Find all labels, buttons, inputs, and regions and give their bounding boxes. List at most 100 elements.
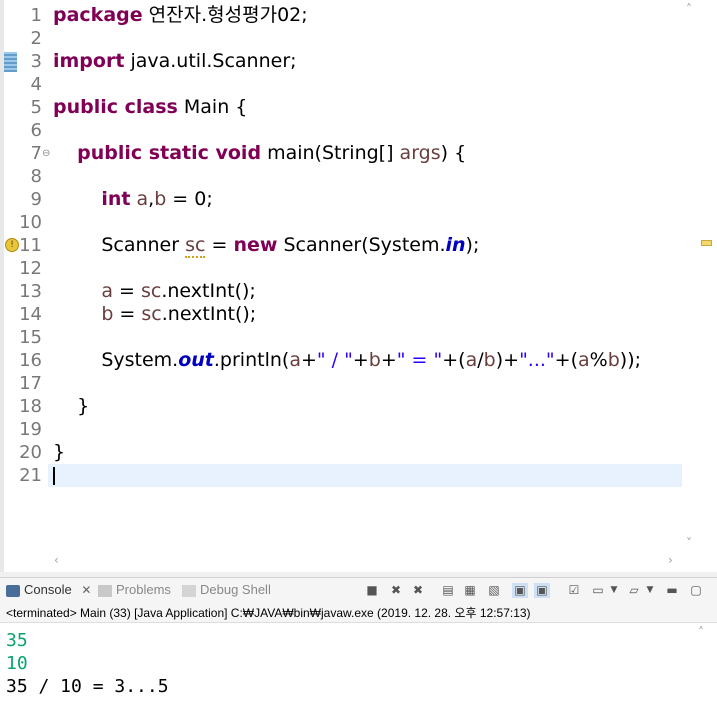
code-text: import java.util.Scanner; <box>53 50 297 73</box>
scroll-up-icon[interactable]: ˄ <box>686 2 692 16</box>
minimize-icon[interactable]: ▬ <box>664 583 680 598</box>
code-line[interactable]: 8 <box>0 165 700 188</box>
line-number: 7 <box>30 143 42 164</box>
line-number: 20 <box>19 442 42 463</box>
code-lines[interactable]: 1 package 연잔자.형성평가02; 2 3 import java.util.S… <box>0 4 700 487</box>
code-text: } <box>53 395 89 418</box>
show-on-stdout-icon[interactable]: ▣ <box>512 583 528 598</box>
console-icon <box>6 584 20 597</box>
code-line[interactable]: 6 <box>0 119 700 142</box>
console-status-line: <terminated> Main (33) [Java Application… <box>0 603 717 623</box>
tab-debug-shell[interactable]: Debug Shell <box>182 582 271 597</box>
scroll-right-icon[interactable]: › <box>668 553 673 567</box>
remove-all-icon[interactable]: ✖ <box>410 583 426 598</box>
vertical-scrollbar[interactable]: ˄ ˅ <box>682 0 717 572</box>
clear-console-icon[interactable]: ▤ <box>440 583 456 598</box>
code-token: + <box>300 349 317 371</box>
line-number: 17 <box>19 373 42 394</box>
line-number: 2 <box>30 28 42 49</box>
code-line[interactable]: 13 a = sc.nextInt(); <box>0 280 700 303</box>
debug-shell-icon <box>182 584 196 597</box>
code-token: Main { <box>177 96 248 118</box>
problems-icon <box>98 584 112 597</box>
code-text: a = sc.nextInt(); <box>53 280 256 303</box>
code-token: Scanner <box>53 234 186 256</box>
line-number: 19 <box>19 419 42 440</box>
fold-toggle-icon[interactable]: ⊖ <box>42 142 50 165</box>
code-token: ); <box>465 234 480 256</box>
scroll-lock-icon[interactable]: ▦ <box>462 583 478 598</box>
console-output-line: 10 <box>6 653 28 674</box>
chevron-down-icon[interactable]: ▼ <box>606 583 622 598</box>
code-line[interactable]: 15 <box>0 326 700 349</box>
code-line[interactable]: 12 <box>0 257 700 280</box>
tab-problems[interactable]: Problems <box>98 582 171 597</box>
code-token: Scanner(System. <box>277 234 446 256</box>
code-text: public static void main(String[] args) { <box>53 142 466 165</box>
code-token: b <box>154 188 167 210</box>
line-number: 9 <box>30 189 42 210</box>
tab-console[interactable]: Console ✕ <box>6 582 91 597</box>
code-token: int <box>101 188 131 210</box>
code-line[interactable]: 21 <box>0 464 700 487</box>
line-number: 18 <box>19 396 42 417</box>
scroll-down-icon[interactable]: ˅ <box>686 536 692 550</box>
code-token: System. <box>53 349 179 371</box>
code-line[interactable]: 18 } <box>0 395 700 418</box>
code-line[interactable]: 3 import java.util.Scanner; <box>0 50 700 73</box>
console-toolbar: Console ✕ Problems Debug Shell ■ ✖ ✖ ▤ ▦… <box>0 577 717 604</box>
code-line[interactable]: 2 <box>0 27 700 50</box>
line-number: 1 <box>30 5 42 26</box>
line-number: 21 <box>19 465 42 486</box>
warning-overview-marker[interactable] <box>701 240 712 246</box>
code-token: package <box>53 4 143 26</box>
terminate-icon[interactable]: ■ <box>364 583 380 598</box>
code-token: } <box>53 395 90 417</box>
code-token: " / " <box>316 349 353 371</box>
code-line[interactable]: 14 b = sc.nextInt(); <box>0 303 700 326</box>
current-line-highlight <box>48 464 682 487</box>
scroll-left-icon[interactable]: ‹ <box>54 553 59 567</box>
code-line[interactable]: 1 package 연잔자.형성평가02; <box>0 4 700 27</box>
text-caret <box>53 467 55 485</box>
code-token: 연잔자.형성평가02; <box>142 4 308 26</box>
remove-launch-icon[interactable]: ✖ <box>388 583 404 598</box>
code-token: = 0; <box>166 188 213 210</box>
code-line[interactable]: 20} <box>0 441 700 464</box>
word-wrap-icon[interactable]: ▧ <box>486 583 502 598</box>
code-token: public static void <box>77 142 262 164</box>
show-on-stderr-icon[interactable]: ▣ <box>534 583 550 598</box>
code-token: a <box>289 349 301 371</box>
pin-console-icon[interactable]: ☑ <box>566 583 582 598</box>
console-output[interactable]: 35 10 35 / 10 = 3...5 ˄ <box>0 622 717 705</box>
code-line[interactable]: 17 <box>0 372 700 395</box>
maximize-icon[interactable]: ▢ <box>688 583 704 598</box>
code-line[interactable]: 10 <box>0 211 700 234</box>
code-line[interactable]: 7 ⊖ public static void main(String[] args… <box>0 142 700 165</box>
code-text: Scanner sc = new Scanner(System.in); <box>53 234 480 258</box>
code-line[interactable]: 16 System.out.println(a+" / "+b+" = "+(a… <box>0 349 700 372</box>
code-text: b = sc.nextInt(); <box>53 303 256 326</box>
code-token: + <box>380 349 397 371</box>
code-token: .println( <box>213 349 290 371</box>
code-token: import <box>53 50 125 72</box>
code-token: .nextInt(); <box>161 280 256 302</box>
code-line[interactable]: 19 <box>0 418 700 441</box>
scroll-up-icon[interactable]: ˄ <box>698 625 704 639</box>
code-text: System.out.println(a+" / "+b+" = "+(a/b)… <box>53 349 641 372</box>
code-line[interactable]: 5 public class Main { <box>0 96 700 119</box>
display-console-icon[interactable]: ▭ <box>590 583 606 598</box>
code-token: )+ <box>495 349 520 371</box>
code-editor[interactable]: 1 package 연잔자.형성평가02; 2 3 import java.util.S… <box>0 0 717 572</box>
code-token: " = " <box>396 349 443 371</box>
code-line[interactable]: 9 int a,b = 0; <box>0 188 700 211</box>
line-number: 8 <box>30 166 42 187</box>
horizontal-scrollbar[interactable]: ‹ › <box>48 552 682 570</box>
close-icon[interactable]: ✕ <box>81 583 91 597</box>
code-line[interactable]: ! 11 Scanner sc = new Scanner(System.in); <box>0 234 700 258</box>
chevron-down-icon[interactable]: ▼ <box>642 583 658 598</box>
open-console-icon[interactable]: ▱ <box>626 583 642 598</box>
code-line[interactable]: 4 <box>0 73 700 96</box>
console-output-line: 35 <box>6 630 28 651</box>
